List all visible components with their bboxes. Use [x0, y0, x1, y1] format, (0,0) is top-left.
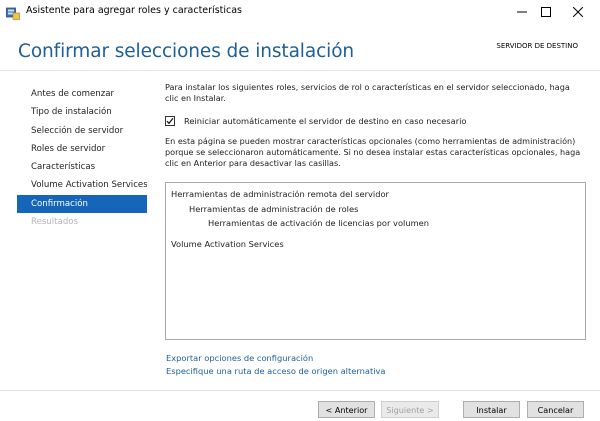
page-title: Confirmar selecciones de instalación — [18, 41, 355, 62]
nav-item-roles-de-servidor[interactable]: Roles de servidor — [17, 140, 147, 158]
previous-button[interactable]: < Anterior — [318, 401, 375, 418]
features-list[interactable]: Herramientas de administración remota de… — [165, 182, 586, 340]
footer-divider — [0, 390, 600, 391]
destination-server-label: SERVIDOR DE DESTINO — [496, 42, 578, 50]
feature-item: Herramientas de activación de licencias … — [208, 218, 430, 228]
feature-item: Volume Activation Services — [171, 239, 284, 249]
close-icon — [573, 7, 583, 17]
content-panel: Para instalar los siguientes roles, serv… — [165, 82, 585, 104]
cancel-button[interactable]: Cancelar — [527, 401, 584, 418]
intro-text: Para instalar los siguientes roles, serv… — [165, 82, 570, 103]
maximize-icon — [541, 7, 551, 17]
window-titlebar[interactable]: Asistente para agregar roles y caracterí… — [0, 0, 600, 24]
nav-item-confirmacion[interactable]: Confirmación — [17, 194, 147, 214]
nav-item-tipo-de-instalacion[interactable]: Tipo de instalación — [17, 103, 147, 121]
restart-checkbox[interactable] — [165, 116, 175, 126]
nav-item-caracteristicas[interactable]: Características — [17, 158, 147, 176]
restart-option[interactable]: Reiniciar automáticamente el servidor de… — [165, 116, 466, 126]
server-manager-icon — [6, 5, 20, 20]
next-button: Siguiente > — [381, 401, 439, 418]
nav-item-seleccion-de-servidor[interactable]: Selección de servidor — [17, 122, 147, 140]
install-button[interactable]: Instalar — [463, 401, 520, 418]
feature-item: Herramientas de administración remota de… — [171, 189, 389, 199]
close-button[interactable] — [556, 0, 600, 24]
feature-item: Herramientas de administración de roles — [189, 204, 359, 214]
nav-item-antes-de-comenzar[interactable]: Antes de comenzar — [17, 85, 147, 103]
restart-checkbox-label[interactable]: Reiniciar automáticamente el servidor de… — [184, 116, 466, 126]
alternate-source-path-link[interactable]: Especifique una ruta de acceso de origen… — [166, 366, 386, 376]
optional-features-note: En esta página se pueden mostrar caracte… — [165, 136, 581, 168]
wizard-navigation: Antes de comenzar Tipo de instalación Se… — [17, 85, 147, 231]
nav-item-volume-activation-services[interactable]: Volume Activation Services — [17, 176, 147, 194]
window-title: Asistente para agregar roles y caracterí… — [26, 5, 243, 16]
header-divider — [0, 70, 600, 71]
nav-item-resultados: Resultados — [31, 217, 79, 228]
checkmark-icon — [166, 117, 174, 125]
export-config-link[interactable]: Exportar opciones de configuración — [166, 353, 313, 363]
